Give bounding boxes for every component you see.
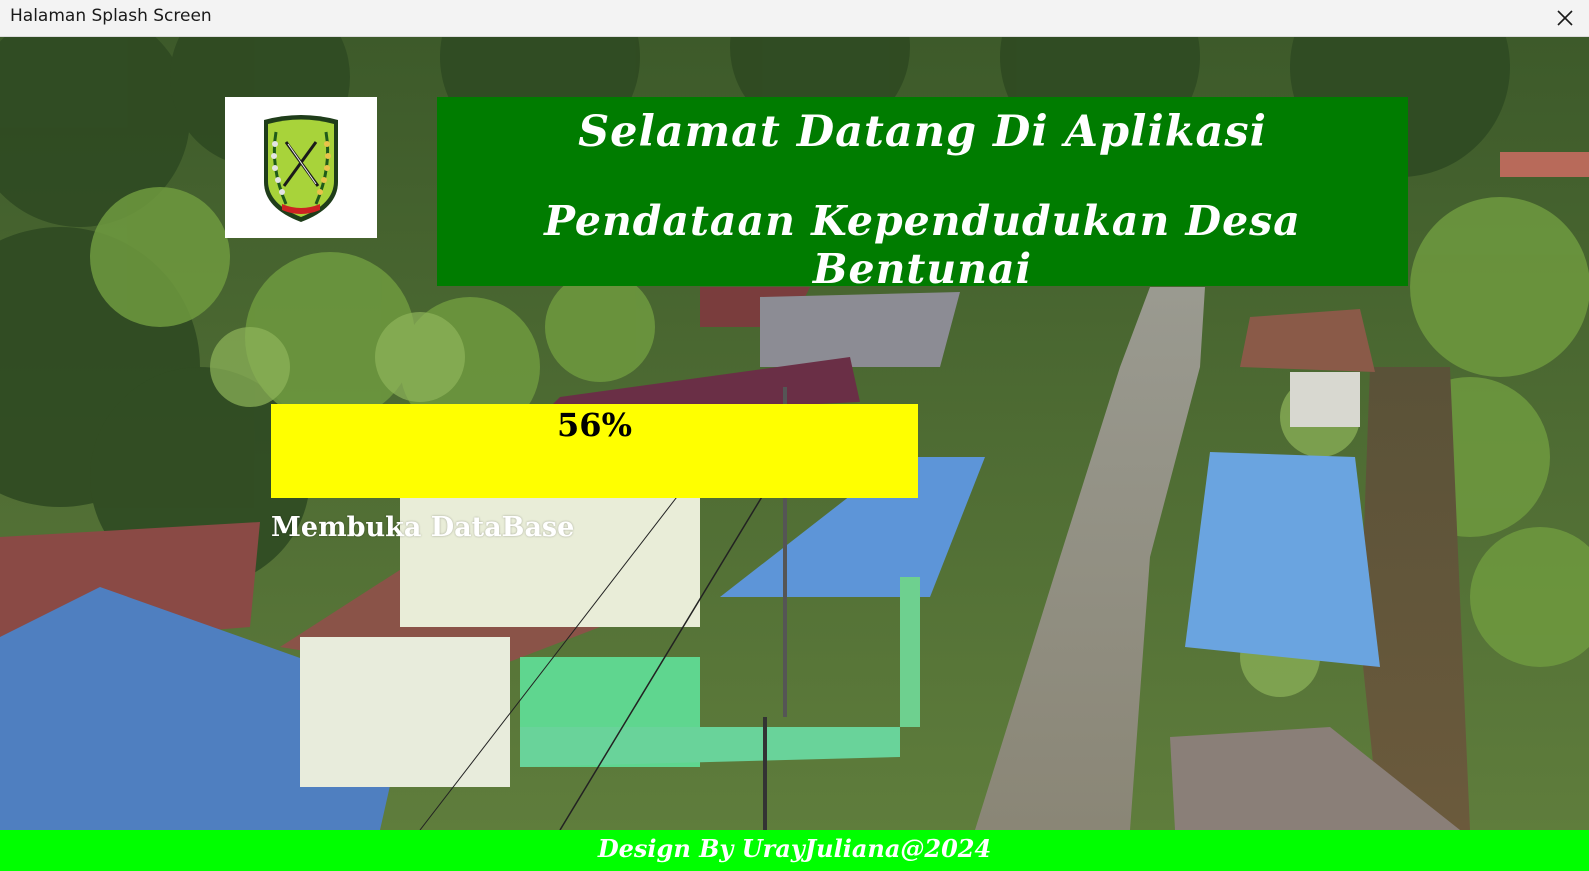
close-icon bbox=[1557, 10, 1573, 26]
progress-percent: 56% bbox=[557, 406, 632, 444]
window-title: Halaman Splash Screen bbox=[10, 6, 212, 26]
close-button[interactable] bbox=[1541, 0, 1589, 36]
title-bar: Halaman Splash Screen bbox=[0, 0, 1589, 37]
welcome-banner: Selamat Datang Di Aplikasi Pendataan Kep… bbox=[437, 97, 1408, 293]
loading-progress-bar: 56% bbox=[271, 404, 918, 498]
footer-credit-bar: Design By UrayJuliana@2024 bbox=[0, 830, 1589, 871]
loading-status-text: Membuka DataBase bbox=[271, 512, 575, 543]
app-name-heading: Pendataan Kependudukan Desa Bentunai bbox=[544, 197, 1301, 293]
logo bbox=[225, 97, 377, 238]
splash-window: Halaman Splash Screen Selamat Datang Di … bbox=[0, 0, 1589, 871]
regency-emblem-icon bbox=[264, 114, 338, 222]
footer-credit-text: Design By UrayJuliana@2024 bbox=[597, 834, 992, 863]
welcome-heading: Selamat Datang Di Aplikasi bbox=[578, 107, 1267, 157]
